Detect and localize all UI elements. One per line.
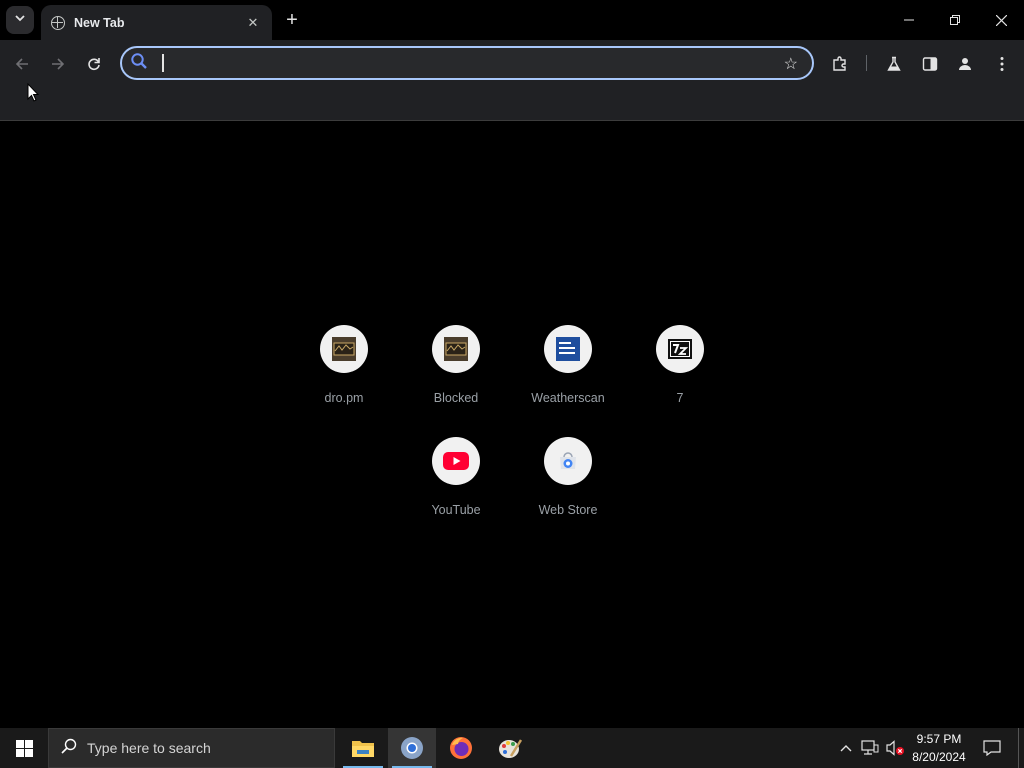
clock-date: 8/20/2024 bbox=[912, 750, 966, 764]
shortcut-blocked[interactable]: Blocked bbox=[400, 325, 512, 437]
notification-icon bbox=[983, 740, 1001, 756]
labs-button[interactable] bbox=[880, 50, 908, 78]
toolbar-divider bbox=[866, 55, 867, 71]
more-vert-icon bbox=[1000, 57, 1004, 71]
network-icon[interactable] bbox=[860, 738, 880, 758]
web-store-favicon bbox=[544, 437, 592, 485]
side-panel-button[interactable] bbox=[916, 50, 944, 78]
bookmark-star-icon[interactable]: ☆ bbox=[784, 54, 798, 74]
shortcut-youtube[interactable]: YouTube bbox=[400, 437, 512, 549]
restore-button[interactable] bbox=[932, 0, 978, 40]
side-panel-icon bbox=[922, 57, 938, 71]
shortcut-7[interactable]: 7 bbox=[624, 325, 736, 437]
volume-muted-icon[interactable] bbox=[885, 738, 905, 758]
shortcut-dro-pm[interactable]: dro.pm bbox=[288, 325, 400, 437]
forward-button[interactable] bbox=[44, 50, 72, 78]
taskbar-firefox[interactable] bbox=[437, 728, 485, 768]
7zip-favicon bbox=[656, 325, 704, 373]
close-icon bbox=[995, 14, 1007, 26]
chrome-icon bbox=[401, 737, 423, 759]
arrow-right-icon bbox=[52, 58, 65, 70]
tray-overflow-chevron-icon[interactable] bbox=[836, 738, 856, 758]
puzzle-piece-icon bbox=[833, 56, 846, 71]
taskbar-paint[interactable] bbox=[486, 728, 534, 768]
search-icon bbox=[61, 738, 77, 759]
globe-icon bbox=[51, 15, 65, 30]
taskbar-chrome[interactable] bbox=[388, 728, 436, 768]
person-icon bbox=[959, 58, 971, 70]
search-placeholder: Type here to search bbox=[87, 740, 211, 756]
shortcut-label: Blocked bbox=[433, 391, 479, 405]
shortcut-label: 7 bbox=[676, 391, 684, 405]
shortcut-label: dro.pm bbox=[324, 391, 364, 405]
show-desktop-button[interactable] bbox=[1018, 728, 1024, 768]
mouse-cursor-icon bbox=[27, 82, 40, 107]
close-tab-icon[interactable]: ✕ bbox=[244, 14, 262, 32]
flask-icon bbox=[887, 56, 901, 71]
search-icon bbox=[130, 52, 148, 75]
new-tab-button[interactable]: + bbox=[280, 8, 304, 32]
arrow-left-icon bbox=[15, 58, 28, 70]
tab-title: New Tab bbox=[74, 15, 125, 30]
blocked-favicon bbox=[432, 325, 480, 373]
menu-button[interactable] bbox=[988, 50, 1016, 78]
system-clock[interactable]: 9:57 PM 8/20/2024 bbox=[906, 730, 972, 766]
notification-center-button[interactable] bbox=[980, 728, 1004, 768]
extensions-button[interactable] bbox=[826, 50, 854, 78]
chevron-down-icon bbox=[14, 11, 26, 29]
file-explorer-icon bbox=[352, 741, 374, 757]
plus-icon: + bbox=[286, 8, 298, 31]
close-window-button[interactable] bbox=[978, 0, 1024, 40]
minimize-icon bbox=[904, 19, 914, 21]
shortcut-label: Weatherscan bbox=[531, 391, 605, 405]
minimize-button[interactable] bbox=[886, 0, 932, 40]
shortcut-web-store[interactable]: Web Store bbox=[512, 437, 624, 549]
restore-icon bbox=[950, 15, 960, 25]
bookmarks-bar bbox=[0, 85, 1024, 121]
firefox-icon bbox=[450, 737, 472, 759]
tab-new-tab[interactable]: New Tab ✕ bbox=[41, 5, 272, 40]
weather-channel-favicon bbox=[544, 325, 592, 373]
windows-logo-icon bbox=[15, 739, 33, 757]
taskbar-search-box[interactable]: Type here to search bbox=[48, 728, 335, 768]
profile-button[interactable] bbox=[951, 50, 979, 78]
start-button[interactable] bbox=[0, 728, 48, 768]
address-bar[interactable]: ☆ bbox=[120, 46, 814, 80]
shortcut-weatherscan[interactable]: Weatherscan bbox=[512, 325, 624, 437]
shortcut-label: Web Store bbox=[538, 503, 598, 517]
back-button[interactable] bbox=[8, 50, 36, 78]
address-input[interactable] bbox=[162, 52, 762, 74]
youtube-favicon bbox=[432, 437, 480, 485]
reload-icon bbox=[88, 58, 100, 71]
clock-time: 9:57 PM bbox=[916, 732, 962, 746]
tab-search-button[interactable] bbox=[6, 6, 34, 34]
dro-pm-favicon bbox=[320, 325, 368, 373]
reload-button[interactable] bbox=[80, 50, 108, 78]
paint-icon bbox=[499, 739, 523, 758]
shortcut-label: YouTube bbox=[431, 503, 481, 517]
taskbar-file-explorer[interactable] bbox=[339, 728, 387, 768]
